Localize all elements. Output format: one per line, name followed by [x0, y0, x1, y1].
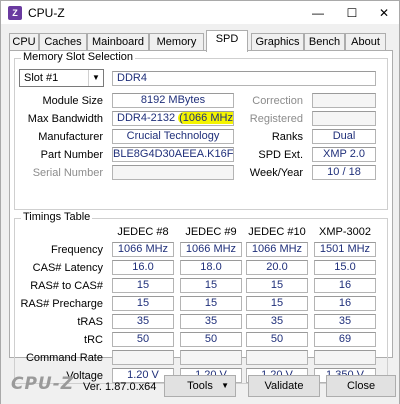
registered-value [312, 111, 376, 126]
max-bandwidth-label: Max Bandwidth [27, 113, 103, 125]
timing-cell: 15 [112, 296, 174, 311]
column-header: JEDEC #10 [248, 226, 306, 238]
memory-slot-group: Memory Slot Selection Slot #1 ▼ DDR4 Mod… [14, 51, 388, 210]
correction-value [312, 93, 376, 108]
max-bandwidth-text: DDR4-2132 [117, 112, 179, 124]
tab-spd[interactable]: SPD [206, 30, 248, 52]
timing-cell: 50 [180, 332, 242, 347]
maximize-button[interactable]: ☐ [335, 1, 369, 25]
validate-button[interactable]: Validate [248, 375, 320, 397]
serial-number-value [112, 165, 234, 180]
tab-graphics[interactable]: Graphics [251, 33, 304, 51]
memory-slot-group-title: Memory Slot Selection [21, 51, 136, 63]
manufacturer-value: Crucial Technology [112, 129, 234, 144]
timing-cell: 69 [314, 332, 376, 347]
ranks-label: Ranks [271, 131, 303, 143]
timing-cell: 35 [246, 314, 308, 329]
frequency-label: Frequency [51, 244, 103, 256]
cpu-z-logo: CPU-Z [11, 374, 75, 394]
close-window-button[interactable]: ✕ [367, 1, 400, 25]
slot-select[interactable]: Slot #1 ▼ [19, 69, 104, 87]
correction-label: Correction [252, 95, 303, 107]
timing-cell: 16 [314, 278, 376, 293]
title-bar: Z CPU-Z — ☐ ✕ [0, 0, 400, 24]
spd-panel: Memory Slot Selection Slot #1 ▼ DDR4 Mod… [9, 50, 393, 384]
max-bandwidth-value: DDR4-2132 (1066 MHz) [112, 111, 234, 126]
timings-group: Timings Table JEDEC #8 JEDEC #9 JEDEC #1… [14, 211, 388, 384]
timing-cell [314, 350, 376, 365]
manufacturer-label: Manufacturer [38, 131, 103, 143]
timing-cell [180, 350, 242, 365]
minimize-button[interactable]: — [301, 1, 335, 25]
tab-strip: CPU Caches Mainboard Memory SPD Graphics… [9, 30, 393, 52]
timing-cell: 15 [180, 296, 242, 311]
timing-cell: 15 [180, 278, 242, 293]
timings-group-title: Timings Table [21, 211, 93, 223]
ras-to-cas-label: RAS# to CAS# [30, 280, 103, 292]
tools-button[interactable]: Tools ▼ [164, 375, 236, 397]
timing-cell: 15 [112, 278, 174, 293]
cas-latency-label: CAS# Latency [32, 262, 103, 274]
timing-cell: 15 [246, 296, 308, 311]
close-button[interactable]: Close [326, 375, 396, 397]
tab-cpu[interactable]: CPU [9, 33, 39, 51]
memory-type-value: DDR4 [112, 71, 376, 86]
chevron-down-icon: ▼ [221, 381, 229, 390]
week-year-label: Week/Year [249, 167, 303, 179]
spd-ext-label: SPD Ext. [258, 149, 303, 161]
cpu-z-app-icon: Z [8, 6, 22, 20]
window-title: CPU-Z [28, 6, 65, 20]
timing-cell: 16.0 [112, 260, 174, 275]
tab-bench[interactable]: Bench [304, 33, 345, 51]
column-header: JEDEC #8 [117, 226, 169, 238]
trc-label: tRC [84, 334, 103, 346]
timing-cell: 15 [246, 278, 308, 293]
timing-cell: 35 [314, 314, 376, 329]
tab-mainboard[interactable]: Mainboard [87, 33, 149, 51]
timing-cell: 35 [180, 314, 242, 329]
timing-cell: 50 [112, 332, 174, 347]
module-size-label: Module Size [42, 95, 103, 107]
chevron-down-icon: ▼ [88, 70, 103, 86]
timing-cell: 15.0 [314, 260, 376, 275]
timing-cell: 16 [314, 296, 376, 311]
timing-cell: 20.0 [246, 260, 308, 275]
timing-cell [112, 350, 174, 365]
bandwidth-highlight: (1066 MHz) [178, 112, 233, 124]
slot-select-value: Slot #1 [24, 72, 59, 84]
registered-label: Registered [249, 113, 303, 125]
serial-number-label: Serial Number [32, 167, 103, 179]
tras-label: tRAS [77, 316, 103, 328]
timing-cell: 18.0 [180, 260, 242, 275]
timing-cell: 50 [246, 332, 308, 347]
tab-caches[interactable]: Caches [39, 33, 87, 51]
part-number-value: BLE8G4D30AEEA.K16FE [112, 147, 234, 162]
main-window: CPU Caches Mainboard Memory SPD Graphics… [0, 24, 400, 404]
timing-cell: 35 [112, 314, 174, 329]
version-text: Ver. 1.87.0.x64 [83, 381, 157, 393]
tools-button-label: Tools [187, 380, 213, 392]
spd-ext-value: XMP 2.0 [312, 147, 376, 162]
timing-cell: 1066 MHz [246, 242, 308, 257]
ranks-value: Dual [312, 129, 376, 144]
part-number-label: Part Number [40, 149, 103, 161]
ras-precharge-label: RAS# Precharge [20, 298, 103, 310]
timing-cell [246, 350, 308, 365]
timing-cell: 1066 MHz [112, 242, 174, 257]
week-year-value: 10 / 18 [312, 165, 376, 180]
timing-cell: 1501 MHz [314, 242, 376, 257]
column-header: JEDEC #9 [185, 226, 237, 238]
column-header: XMP-3002 [319, 226, 371, 238]
module-size-value: 8192 MBytes [112, 93, 234, 108]
command-rate-label: Command Rate [25, 352, 103, 364]
timing-cell: 1066 MHz [180, 242, 242, 257]
tab-memory[interactable]: Memory [149, 33, 204, 51]
tab-about[interactable]: About [345, 33, 386, 51]
